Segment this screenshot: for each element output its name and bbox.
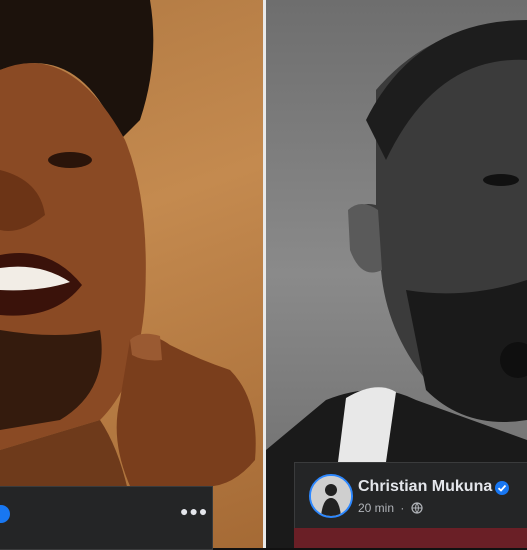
- post-time[interactable]: 20 min: [358, 501, 394, 515]
- right-post-header: Christian Mukuna 20 min ·: [294, 462, 527, 530]
- verified-badge-icon: [0, 505, 10, 523]
- author-name[interactable]: Christian Mukuna: [358, 478, 492, 496]
- post-meta: 20 min ·: [358, 501, 423, 515]
- avatar-image: [311, 476, 351, 516]
- meta-separator: ·: [400, 501, 405, 515]
- verified-badge-icon: [495, 481, 509, 495]
- avatar[interactable]: [309, 474, 353, 518]
- post-content-strip: [294, 528, 527, 548]
- left-post-header: ●●●: [0, 486, 213, 550]
- smiling-man-photo: [0, 0, 256, 500]
- more-options-icon[interactable]: ●●●: [180, 503, 208, 519]
- left-photo: [0, 0, 263, 548]
- globe-icon: [411, 502, 423, 514]
